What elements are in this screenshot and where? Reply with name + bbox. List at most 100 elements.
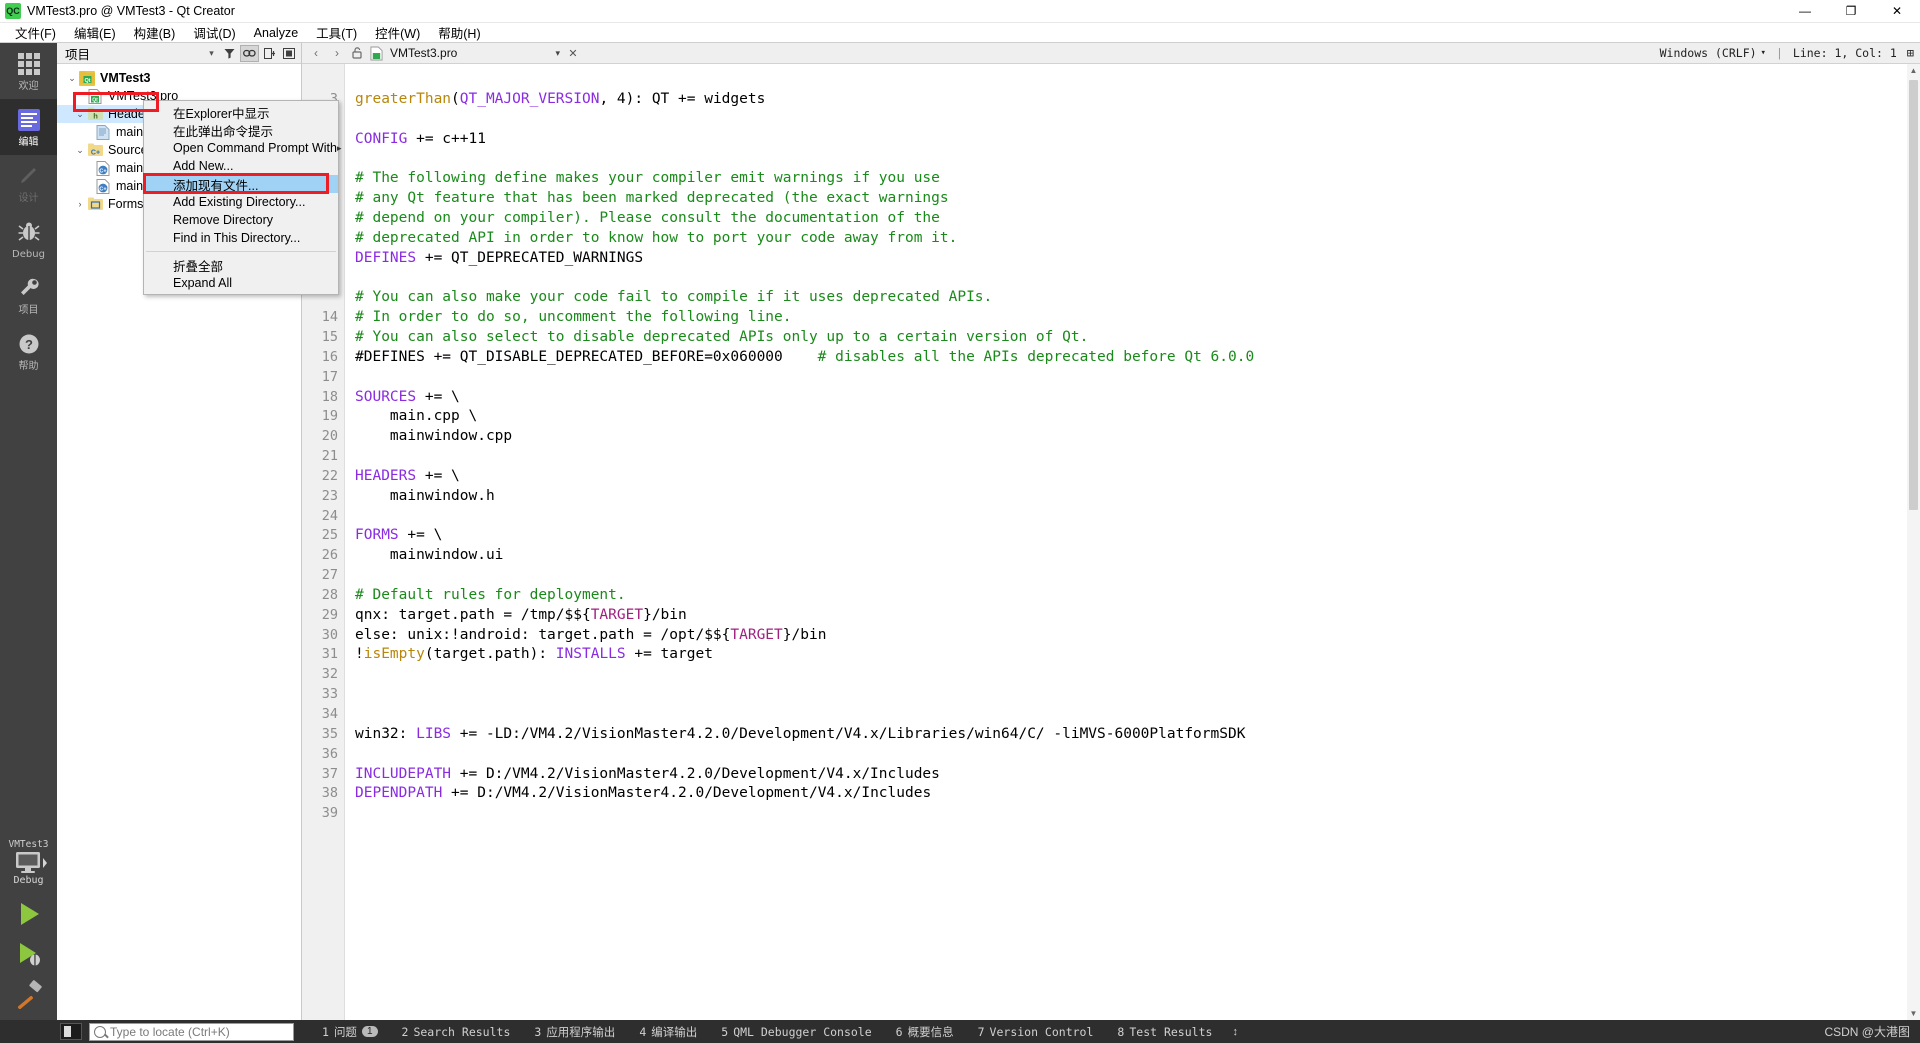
tree-item-vmtest3[interactable]: ⌄ Qt VMTest3 xyxy=(57,69,301,87)
forms-folder-icon xyxy=(87,197,103,212)
maximize-button[interactable]: ❐ xyxy=(1828,0,1874,23)
chevron-right-icon[interactable]: › xyxy=(73,199,87,209)
line-ending-selector[interactable]: Windows (CRLF) ▾ xyxy=(1660,46,1766,60)
code-line: # deprecated API in order to know how to… xyxy=(355,229,1920,249)
line-number: 14 xyxy=(321,309,338,326)
close-sidebar-icon[interactable] xyxy=(280,46,297,61)
context-menu-item-label: 在此弹出命令提示 xyxy=(173,124,274,139)
output-pane-button[interactable]: 5 QML Debugger Console xyxy=(709,1023,883,1041)
context-menu-item-label: 添加现有文件... xyxy=(173,178,259,193)
editor-toolbar: ‹ › VMTest3.pro ▾ ✕ Windows (CRLF) ▾ | L… xyxy=(302,43,1920,64)
context-menu-item[interactable]: Remove Directory xyxy=(144,211,338,229)
code-token: += \ xyxy=(398,527,443,544)
mode-edit[interactable]: 编辑 xyxy=(0,99,57,155)
context-menu-item-label: 折叠全部 xyxy=(173,259,224,274)
context-menu-item-label: Remove Directory xyxy=(173,213,274,227)
minimize-button[interactable]: — xyxy=(1782,0,1828,23)
sidebar-toggle-icon[interactable] xyxy=(60,1023,82,1040)
code-token: ( xyxy=(451,90,460,107)
menu-help[interactable]: 帮助(H) xyxy=(429,21,489,44)
output-pane-updown-icon[interactable]: ↕ xyxy=(1232,1026,1238,1038)
mode-welcome[interactable]: 欢迎 xyxy=(0,43,57,99)
mode-help[interactable]: ? 帮助 xyxy=(0,323,57,379)
chevron-down-icon[interactable]: ⌄ xyxy=(73,109,87,120)
menu-debug[interactable]: 调试(D) xyxy=(184,21,244,44)
context-menu-item[interactable]: 添加现有文件... xyxy=(144,175,338,193)
mode-debug[interactable]: Debug xyxy=(0,211,57,267)
output-pane-number: 6 xyxy=(895,1024,903,1039)
output-pane-button[interactable]: 2 Search Results xyxy=(390,1023,523,1041)
mode-projects[interactable]: 项目 xyxy=(0,267,57,323)
menu-edit[interactable]: 编辑(E) xyxy=(65,21,125,44)
code-token: += c++11 xyxy=(407,130,486,147)
kit-selector[interactable]: VMTest3 Debug xyxy=(0,839,57,1020)
output-pane-button[interactable]: 8 Test Results xyxy=(1105,1023,1224,1041)
code-token: mainwindow.h xyxy=(355,487,495,504)
editor-vertical-scrollbar[interactable]: ▲ ▼ xyxy=(1907,64,1920,1020)
code-token: FORMS xyxy=(355,527,399,544)
output-pane-button[interactable]: 6 概要信息 xyxy=(884,1022,966,1042)
context-menu-item[interactable]: Add New... xyxy=(144,157,338,175)
grid-icon xyxy=(16,51,42,77)
svg-text:?: ? xyxy=(25,337,33,352)
code-line: FORMS += \ xyxy=(355,526,1920,546)
chevron-down-icon[interactable]: ⌄ xyxy=(73,145,87,156)
context-menu-item[interactable]: 在Explorer中显示 xyxy=(144,103,338,121)
context-menu-item[interactable]: Find in This Directory... xyxy=(144,229,338,247)
code-area[interactable]: greaterThan(QT_MAJOR_VERSION, 4): QT += … xyxy=(345,64,1920,1020)
build-button[interactable] xyxy=(7,974,51,1014)
scrollbar-thumb[interactable] xyxy=(1909,80,1918,510)
menu-tools[interactable]: 工具(T) xyxy=(307,21,366,44)
context-menu-item[interactable]: 在此弹出命令提示 xyxy=(144,121,338,139)
menu-build[interactable]: 构建(B) xyxy=(125,21,185,44)
context-menu-item[interactable]: Open Command Prompt With ▸ xyxy=(144,139,341,157)
output-pane-label: Version Control xyxy=(989,1024,1094,1039)
output-pane-button[interactable]: 4 编译输出 xyxy=(627,1022,709,1042)
filter-icon[interactable] xyxy=(221,46,238,61)
code-token: # You can also select to disable depreca… xyxy=(355,328,1089,345)
link-icon[interactable] xyxy=(240,44,259,62)
context-menu-item[interactable]: 折叠全部 xyxy=(144,256,338,274)
locator-input[interactable]: Type to locate (Ctrl+K) xyxy=(89,1022,294,1041)
menu-analyze[interactable]: Analyze xyxy=(245,24,307,42)
code-token: # any Qt feature that has been marked de… xyxy=(355,190,949,207)
chevron-down-icon[interactable]: ▾ xyxy=(555,48,560,59)
run-button[interactable] xyxy=(7,894,51,934)
context-menu-item-label: Expand All xyxy=(173,276,233,290)
menu-file[interactable]: 文件(F) xyxy=(6,21,65,44)
output-pane-button[interactable]: 1 问题 1 xyxy=(310,1022,390,1042)
output-pane-button[interactable]: 3 应用程序输出 xyxy=(522,1022,627,1042)
output-pane-label: Test Results xyxy=(1129,1024,1213,1039)
context-menu-item[interactable]: Expand All xyxy=(144,274,338,292)
menu-widgets[interactable]: 控件(W) xyxy=(366,21,429,44)
open-documents-combo[interactable]: VMTest3.pro ▾ xyxy=(390,46,560,60)
code-token: += \ xyxy=(416,388,460,405)
unlock-icon[interactable] xyxy=(350,46,365,61)
line-number: 15 xyxy=(321,328,338,345)
code-token: DEFINES xyxy=(355,249,417,266)
code-token: greaterThan xyxy=(355,90,452,107)
cursor-position-label: Line: 1, Col: 1 xyxy=(1792,46,1897,60)
mode-design[interactable]: 设计 xyxy=(0,155,57,211)
scroll-down-arrow-icon[interactable]: ▼ xyxy=(1907,1007,1920,1020)
split-icon[interactable] xyxy=(261,46,278,61)
help-icon: ? xyxy=(16,331,42,357)
close-button[interactable]: ✕ xyxy=(1874,0,1920,23)
output-pane-button[interactable]: 7 Version Control xyxy=(966,1023,1106,1041)
close-document-button[interactable]: ✕ xyxy=(565,45,581,61)
split-editor-icon[interactable]: ⊞ xyxy=(1907,46,1914,60)
back-icon[interactable]: ‹ xyxy=(308,45,324,61)
code-token: += D:/VM4.2/VisionMaster4.2.0/Developmen… xyxy=(442,785,932,802)
forward-icon[interactable]: › xyxy=(329,45,345,61)
context-menu-item[interactable]: Add Existing Directory... xyxy=(144,193,338,211)
scroll-up-arrow-icon[interactable]: ▲ xyxy=(1907,64,1920,77)
chevron-down-icon[interactable]: ▾ xyxy=(1761,48,1766,58)
start-debugging-button[interactable] xyxy=(7,934,51,974)
chevron-down-icon[interactable]: ⌄ xyxy=(65,73,79,84)
sidebar-dropdown-arrow-icon[interactable]: ▾ xyxy=(204,46,219,61)
line-number: 26 xyxy=(321,547,338,564)
